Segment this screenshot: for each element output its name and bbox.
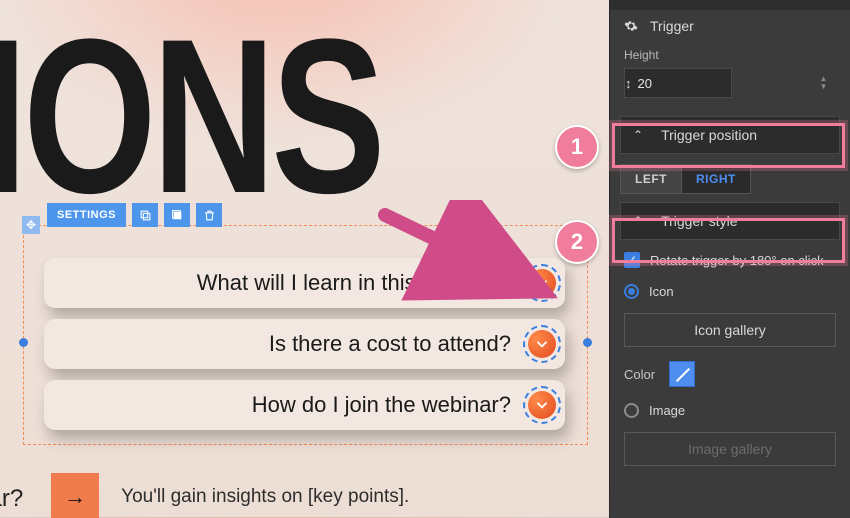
accordion-question: What will I learn in this webinar? xyxy=(197,270,511,296)
color-row: Color xyxy=(610,353,850,395)
annotation-badge-1: 1 xyxy=(555,125,599,169)
bottom-preview: าar? → You'll gain insights on [key poin… xyxy=(0,473,409,518)
resize-handle-right[interactable] xyxy=(583,338,592,347)
preview-body: You'll gain insights on [key points]. xyxy=(121,486,409,508)
image-gallery-button: Image gallery xyxy=(624,432,836,466)
trash-icon[interactable] xyxy=(196,203,222,227)
preview-title-fragment: าar? xyxy=(0,478,23,517)
editor-canvas[interactable]: TIONS ✥ SETTINGS What will I learn in th… xyxy=(0,0,609,518)
type-image-row[interactable]: Image xyxy=(610,395,850,426)
settings-button[interactable]: SETTINGS xyxy=(47,203,126,227)
type-icon-label: Icon xyxy=(649,284,674,299)
panel-title: Trigger xyxy=(650,18,694,34)
position-left[interactable]: LEFT xyxy=(620,164,682,194)
height-input[interactable]: ↕ ▲▼ xyxy=(624,68,732,98)
accordion-question: How do I join the webinar? xyxy=(252,392,511,418)
copy-icon[interactable] xyxy=(132,203,158,227)
radio-unselected-icon[interactable] xyxy=(624,403,639,418)
layer-icon[interactable] xyxy=(164,203,190,227)
height-field: Height ↕ ▲▼ xyxy=(610,42,850,108)
accordion-trigger-icon[interactable] xyxy=(528,330,556,358)
accordion-row[interactable]: How do I join the webinar? xyxy=(44,380,565,430)
spinner-buttons[interactable]: ▲▼ xyxy=(820,75,828,91)
annotation-badge-2: 2 xyxy=(555,220,599,264)
gear-icon xyxy=(624,19,638,33)
accordion-row[interactable]: What will I learn in this webinar? xyxy=(44,258,565,308)
height-label: Height xyxy=(624,48,836,62)
accordion-trigger-icon[interactable] xyxy=(528,269,556,297)
panel-header: Trigger xyxy=(610,10,850,42)
resize-handle-left[interactable] xyxy=(19,338,28,347)
move-handle-icon[interactable]: ✥ xyxy=(22,216,40,234)
height-value[interactable] xyxy=(632,76,820,91)
position-right[interactable]: RIGHT xyxy=(682,164,751,194)
type-icon-row[interactable]: Icon xyxy=(610,276,850,307)
color-swatch[interactable] xyxy=(669,361,695,387)
accordion-row[interactable]: Is there a cost to attend? xyxy=(44,319,565,369)
accordion-question: Is there a cost to attend? xyxy=(269,331,511,357)
position-segmented: LEFT RIGHT xyxy=(620,164,840,194)
annotation-highlight-2 xyxy=(612,218,845,263)
annotation-highlight-1 xyxy=(612,123,845,168)
icon-gallery-button[interactable]: Icon gallery xyxy=(624,313,836,347)
arrow-icon[interactable]: → xyxy=(51,473,99,518)
accordion-trigger-icon[interactable] xyxy=(528,391,556,419)
color-label: Color xyxy=(624,367,655,382)
type-image-label: Image xyxy=(649,403,685,418)
element-toolbar: SETTINGS xyxy=(47,203,222,227)
radio-selected-icon[interactable] xyxy=(624,284,639,299)
